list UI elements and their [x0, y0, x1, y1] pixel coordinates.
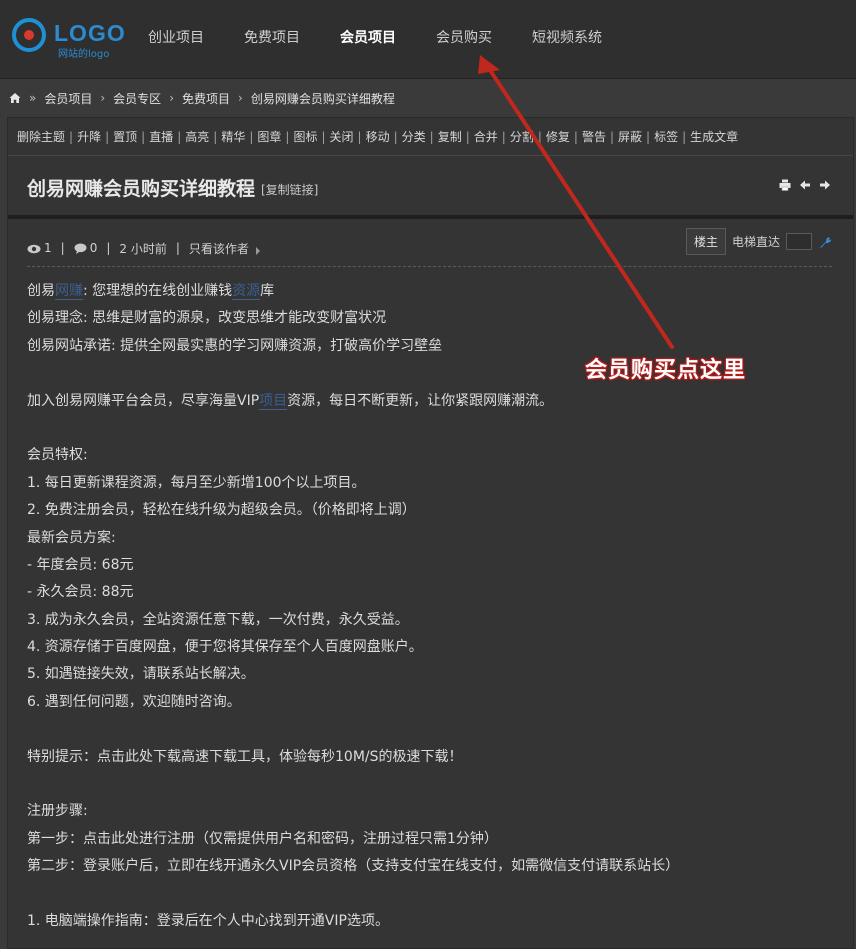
tool-generate-article[interactable]: 生成文章	[690, 128, 738, 145]
title-actions	[779, 179, 831, 191]
content-line: 第二步：登录账户后，立即在线开通永久VIP会员资格（支持支付宝在线支付，如需微信…	[27, 858, 680, 875]
tool-delete-thread[interactable]: 删除主题	[17, 128, 65, 145]
keyword-link[interactable]: 网赚	[55, 283, 83, 300]
content-line[interactable]: 特别提示：点击此处下载高速下载工具，体验每秒10M/S的极速下载！	[27, 744, 827, 771]
post-panel: 删除主题 | 升降 | 置顶 | 直播 | 高亮 | 精华 | 图章 | 图标 | 关闭 | 移动…	[7, 117, 854, 949]
post-title: 创易网赚会员购买详细教程	[27, 178, 256, 200]
tool-close[interactable]: 关闭	[330, 128, 354, 145]
tool-split[interactable]: 分割	[510, 128, 534, 145]
tool-ban[interactable]: 屏蔽	[618, 128, 642, 145]
views-count: 1	[44, 241, 52, 255]
content-line: 最新会员方案:	[27, 529, 116, 546]
breadcrumb-item-member-zone[interactable]: 会员专区	[113, 90, 161, 107]
site-logo[interactable]: LOGO 网站的logo	[12, 18, 125, 60]
post-time: 2 小时前	[119, 241, 167, 256]
author-only-link[interactable]: 只看该作者	[189, 240, 249, 257]
content-line: 创易理念: 思维是财富的源泉，改变思维才能改变财富状况	[27, 310, 387, 327]
content-line: - 年度会员: 68元	[27, 556, 134, 573]
tool-sticky[interactable]: 置顶	[113, 128, 137, 145]
tool-icon[interactable]: 图标	[293, 128, 317, 145]
logo-text: LOGO	[54, 20, 126, 46]
content-line: 5. 如遇链接失效，请联系站长解决。	[27, 666, 255, 683]
main-nav: 创业项目 免费项目 会员项目 会员购买 短视频系统	[128, 0, 622, 78]
post-title-bar: 创易网赚会员购买详细教程 [复制链接]	[8, 157, 853, 219]
content-line: 会员特权:	[27, 447, 88, 464]
post-meta: 1 | 0 | 2 小时前 | 只看该作者 楼主 电梯直达	[27, 228, 832, 267]
floor-owner-button[interactable]: 楼主	[685, 228, 726, 255]
breadcrumb: » 会员项目 › 会员专区 › 免费项目 › 创易网赚会员购买详细教程	[0, 85, 856, 111]
nav-item-free-projects[interactable]: 免费项目	[224, 0, 320, 78]
tool-warn[interactable]: 警告	[582, 128, 606, 145]
content-line: 2. 免费注册会员，轻松在线升级为超级会员。（价格即将上调）	[27, 502, 416, 519]
content-line: 6. 遇到任何问题，欢迎随时咨询。	[27, 693, 241, 710]
content-line: 3. 成为永久会员，全站资源任意下载，一次付费，永久受益。	[27, 611, 409, 628]
tool-tags[interactable]: 标签	[654, 128, 678, 145]
tool-stamp[interactable]: 图章	[257, 128, 281, 145]
moderation-toolbar: 删除主题 | 升降 | 置顶 | 直播 | 高亮 | 精华 | 图章 | 图标 | 关闭 | 移动…	[8, 118, 853, 156]
caret-right-icon	[255, 244, 261, 255]
breadcrumb-item-current-post: 创易网赚会员购买详细教程	[250, 91, 395, 106]
views-icon	[27, 243, 41, 254]
print-icon[interactable]	[779, 179, 791, 191]
tool-repair[interactable]: 修复	[546, 128, 570, 145]
tool-digest[interactable]: 精华	[221, 128, 245, 145]
tool-highlight[interactable]: 高亮	[185, 128, 209, 145]
logo-subtitle: 网站的logo	[58, 49, 110, 60]
tool-live[interactable]: 直播	[149, 128, 173, 145]
breadcrumb-chevron: ›	[100, 91, 106, 105]
wrench-icon[interactable]	[818, 235, 832, 249]
breadcrumb-separator: »	[29, 91, 37, 105]
tool-category[interactable]: 分类	[402, 128, 426, 145]
keyword-link[interactable]: 项目	[259, 392, 288, 410]
elevator-label: 电梯直达	[731, 235, 780, 249]
content-line: 1. 电脑端操作指南：登录后在个人中心找到开通VIP选项。	[27, 912, 389, 929]
content-line: 4. 资源存储于百度网盘，便于您将其保存至个人百度网盘账户。	[27, 639, 423, 656]
breadcrumb-item-member-projects[interactable]: 会员项目	[44, 90, 92, 107]
tool-move[interactable]: 移动	[366, 128, 390, 145]
copy-link-button[interactable]: [复制链接]	[261, 181, 318, 198]
annotation-label: 会员购买点这里	[585, 358, 747, 383]
content-line: 1. 每日更新课程资源，每月至少新增100个以上项目。	[27, 474, 366, 491]
keyword-link[interactable]: 资源	[232, 283, 261, 300]
breadcrumb-chevron: ›	[238, 91, 243, 105]
content-line: 创易网赚: 您理想的在线创业赚钱资源库	[27, 283, 275, 300]
nav-item-member-projects[interactable]: 会员项目	[320, 0, 416, 78]
floor-controls: 楼主 电梯直达	[685, 228, 832, 255]
tool-bump[interactable]: 升降	[77, 128, 101, 145]
breadcrumb-chevron: ›	[169, 91, 174, 105]
next-thread-icon[interactable]	[819, 179, 831, 191]
site-header: LOGO 网站的logo 创业项目 免费项目 会员项目 会员购买 短视频系统	[0, 0, 856, 79]
content-line[interactable]: 第一步：点击此处进行注册（仅需提供用户名和密码，注册过程只需1分钟）	[27, 826, 827, 853]
tool-merge[interactable]: 合并	[474, 128, 498, 145]
floor-number-input[interactable]	[786, 233, 812, 250]
comments-icon	[74, 243, 87, 254]
breadcrumb-item-free-projects[interactable]: 免费项目	[182, 90, 230, 107]
nav-item-short-video-system[interactable]: 短视频系统	[512, 0, 622, 78]
tool-copy[interactable]: 复制	[438, 128, 462, 145]
content-line: - 永久会员: 88元	[27, 584, 134, 601]
nav-item-member-purchase[interactable]: 会员购买	[416, 0, 512, 78]
content-line: 加入创易网赚平台会员，尽享海量VIP项目资源，每日不断更新，让你紧跟网赚潮流。	[27, 392, 554, 410]
content-line: 注册步骤:	[27, 803, 88, 820]
nav-item-startup-projects[interactable]: 创业项目	[128, 0, 224, 78]
home-icon[interactable]	[9, 92, 21, 104]
logo-mark-icon	[12, 18, 46, 52]
comments-count: 0	[89, 241, 98, 255]
previous-thread-icon[interactable]	[799, 179, 811, 191]
